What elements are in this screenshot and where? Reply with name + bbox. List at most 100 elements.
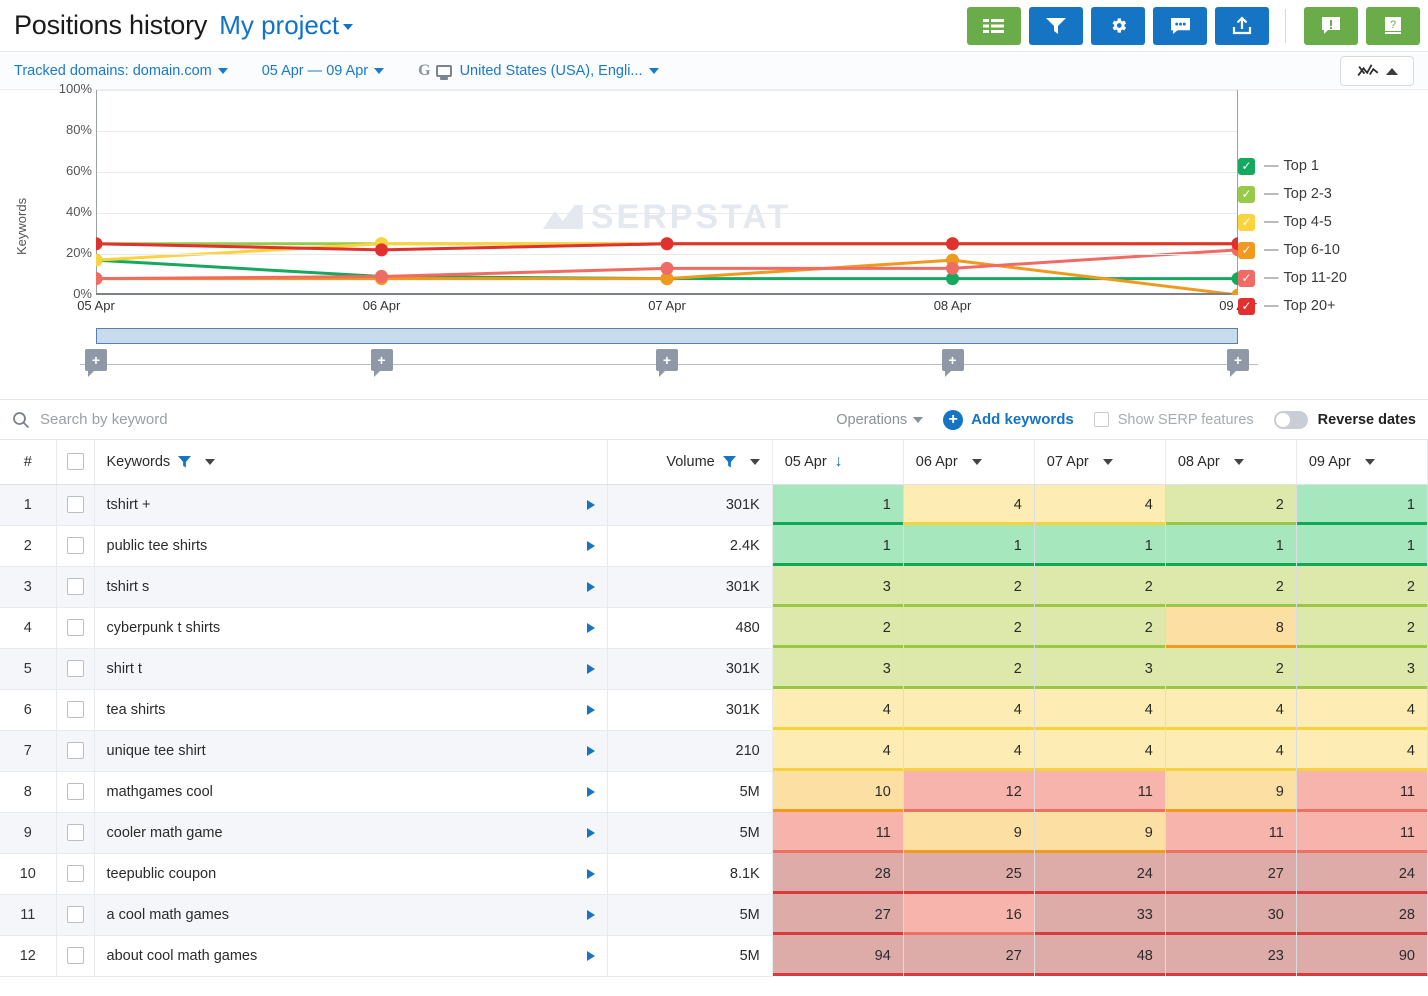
- row-select-cell[interactable]: [56, 812, 94, 853]
- tracked-domains-selector[interactable]: Tracked domains: domain.com: [14, 63, 228, 79]
- search-box[interactable]: [12, 411, 836, 429]
- col-header-date-0[interactable]: 05 Apr↓: [772, 440, 903, 484]
- row-select-cell[interactable]: [56, 484, 94, 525]
- legend-item[interactable]: ✓—Top 20+: [1238, 292, 1398, 320]
- position-cell[interactable]: 4: [903, 689, 1034, 730]
- legend-item[interactable]: ✓—Top 2-3: [1238, 180, 1398, 208]
- chevron-down-icon[interactable]: [1365, 459, 1375, 465]
- expand-keyword-icon[interactable]: [587, 664, 595, 674]
- position-cell[interactable]: 2: [772, 607, 903, 648]
- position-cell[interactable]: 2: [1034, 566, 1165, 607]
- position-cell[interactable]: 2: [1165, 566, 1296, 607]
- position-cell[interactable]: 2: [903, 566, 1034, 607]
- col-header-select-all[interactable]: [56, 440, 94, 484]
- position-cell[interactable]: 11: [1296, 812, 1427, 853]
- position-cell[interactable]: 4: [903, 484, 1034, 525]
- position-cell[interactable]: 48: [1034, 935, 1165, 976]
- position-cell[interactable]: 11: [1034, 771, 1165, 812]
- legend-checkbox-icon[interactable]: ✓: [1238, 242, 1255, 259]
- add-note-pin[interactable]: +: [371, 349, 393, 371]
- position-cell[interactable]: 3: [772, 648, 903, 689]
- date-range-selector[interactable]: 05 Apr — 09 Apr: [262, 63, 384, 79]
- filter-button[interactable]: [1029, 7, 1083, 45]
- position-cell[interactable]: 3: [1296, 648, 1427, 689]
- keyword-cell[interactable]: tshirt +: [94, 484, 607, 525]
- table-row[interactable]: 4cyberpunk t shirts48022282: [0, 607, 1428, 648]
- table-row[interactable]: 9cooler math game5M11991111: [0, 812, 1428, 853]
- position-cell[interactable]: 28: [1296, 894, 1427, 935]
- report-issue-button[interactable]: [1304, 7, 1358, 45]
- position-cell[interactable]: 11: [1296, 771, 1427, 812]
- row-checkbox[interactable]: [67, 947, 84, 964]
- position-cell[interactable]: 1: [772, 525, 903, 566]
- position-cell[interactable]: 4: [1296, 689, 1427, 730]
- position-cell[interactable]: 90: [1296, 935, 1427, 976]
- legend-item[interactable]: ✓—Top 1: [1238, 152, 1398, 180]
- chart-points[interactable]: [96, 90, 1238, 295]
- chart-data-point[interactable]: [375, 243, 388, 256]
- chart-type-toggle[interactable]: [1340, 56, 1414, 86]
- row-select-cell[interactable]: [56, 730, 94, 771]
- expand-keyword-icon[interactable]: [587, 828, 595, 838]
- keyword-cell[interactable]: about cool math games: [94, 935, 607, 976]
- keyword-cell[interactable]: a cool math games: [94, 894, 607, 935]
- row-select-cell[interactable]: [56, 566, 94, 607]
- table-row[interactable]: 3tshirt s301K32222: [0, 566, 1428, 607]
- keyword-cell[interactable]: shirt t: [94, 648, 607, 689]
- position-cell[interactable]: 2: [903, 607, 1034, 648]
- row-select-cell[interactable]: [56, 894, 94, 935]
- expand-keyword-icon[interactable]: [587, 746, 595, 756]
- position-cell[interactable]: 28: [772, 853, 903, 894]
- expand-keyword-icon[interactable]: [587, 951, 595, 961]
- chevron-down-icon[interactable]: [972, 459, 982, 465]
- position-cell[interactable]: 12: [903, 771, 1034, 812]
- select-all-checkbox[interactable]: [67, 453, 84, 470]
- columns-button[interactable]: [967, 7, 1021, 45]
- row-select-cell[interactable]: [56, 689, 94, 730]
- project-selector[interactable]: My project: [219, 10, 353, 41]
- position-cell[interactable]: 4: [772, 689, 903, 730]
- position-cell[interactable]: 94: [772, 935, 903, 976]
- position-cell[interactable]: 24: [1296, 853, 1427, 894]
- keyword-cell[interactable]: public tee shirts: [94, 525, 607, 566]
- expand-keyword-icon[interactable]: [587, 705, 595, 715]
- keyword-cell[interactable]: mathgames cool: [94, 771, 607, 812]
- col-header-date-4[interactable]: 09 Apr: [1296, 440, 1427, 484]
- chart-data-point[interactable]: [946, 237, 959, 250]
- row-select-cell[interactable]: [56, 771, 94, 812]
- expand-keyword-icon[interactable]: [587, 541, 595, 551]
- row-select-cell[interactable]: [56, 607, 94, 648]
- legend-item[interactable]: ✓—Top 6-10: [1238, 236, 1398, 264]
- position-cell[interactable]: 1: [1296, 484, 1427, 525]
- col-header-date-1[interactable]: 06 Apr: [903, 440, 1034, 484]
- help-button[interactable]: ?: [1366, 7, 1420, 45]
- row-checkbox[interactable]: [67, 578, 84, 595]
- row-checkbox[interactable]: [67, 660, 84, 677]
- chevron-down-icon[interactable]: [1234, 459, 1244, 465]
- position-cell[interactable]: 4: [903, 730, 1034, 771]
- position-cell[interactable]: 27: [772, 894, 903, 935]
- position-cell[interactable]: 33: [1034, 894, 1165, 935]
- legend-checkbox-icon[interactable]: ✓: [1238, 298, 1255, 315]
- expand-keyword-icon[interactable]: [587, 500, 595, 510]
- export-button[interactable]: [1215, 7, 1269, 45]
- position-cell[interactable]: 25: [903, 853, 1034, 894]
- position-cell[interactable]: 11: [772, 812, 903, 853]
- add-note-pin[interactable]: +: [942, 349, 964, 371]
- row-checkbox[interactable]: [67, 865, 84, 882]
- position-cell[interactable]: 30: [1165, 894, 1296, 935]
- position-cell[interactable]: 1: [772, 484, 903, 525]
- table-row[interactable]: 10teepublic coupon8.1K2825242724: [0, 853, 1428, 894]
- legend-checkbox-icon[interactable]: ✓: [1238, 214, 1255, 231]
- add-note-pin[interactable]: +: [85, 349, 107, 371]
- chart-data-point[interactable]: [661, 262, 674, 275]
- position-cell[interactable]: 27: [1165, 853, 1296, 894]
- position-cell[interactable]: 8: [1165, 607, 1296, 648]
- legend-item[interactable]: ✓—Top 4-5: [1238, 208, 1398, 236]
- region-selector[interactable]: G United States (USA), Engli...: [418, 62, 658, 80]
- legend-item[interactable]: ✓—Top 11-20: [1238, 264, 1398, 292]
- col-header-date-2[interactable]: 07 Apr: [1034, 440, 1165, 484]
- position-cell[interactable]: 2: [903, 648, 1034, 689]
- legend-checkbox-icon[interactable]: ✓: [1238, 270, 1255, 287]
- table-row[interactable]: 8mathgames cool5M101211911: [0, 771, 1428, 812]
